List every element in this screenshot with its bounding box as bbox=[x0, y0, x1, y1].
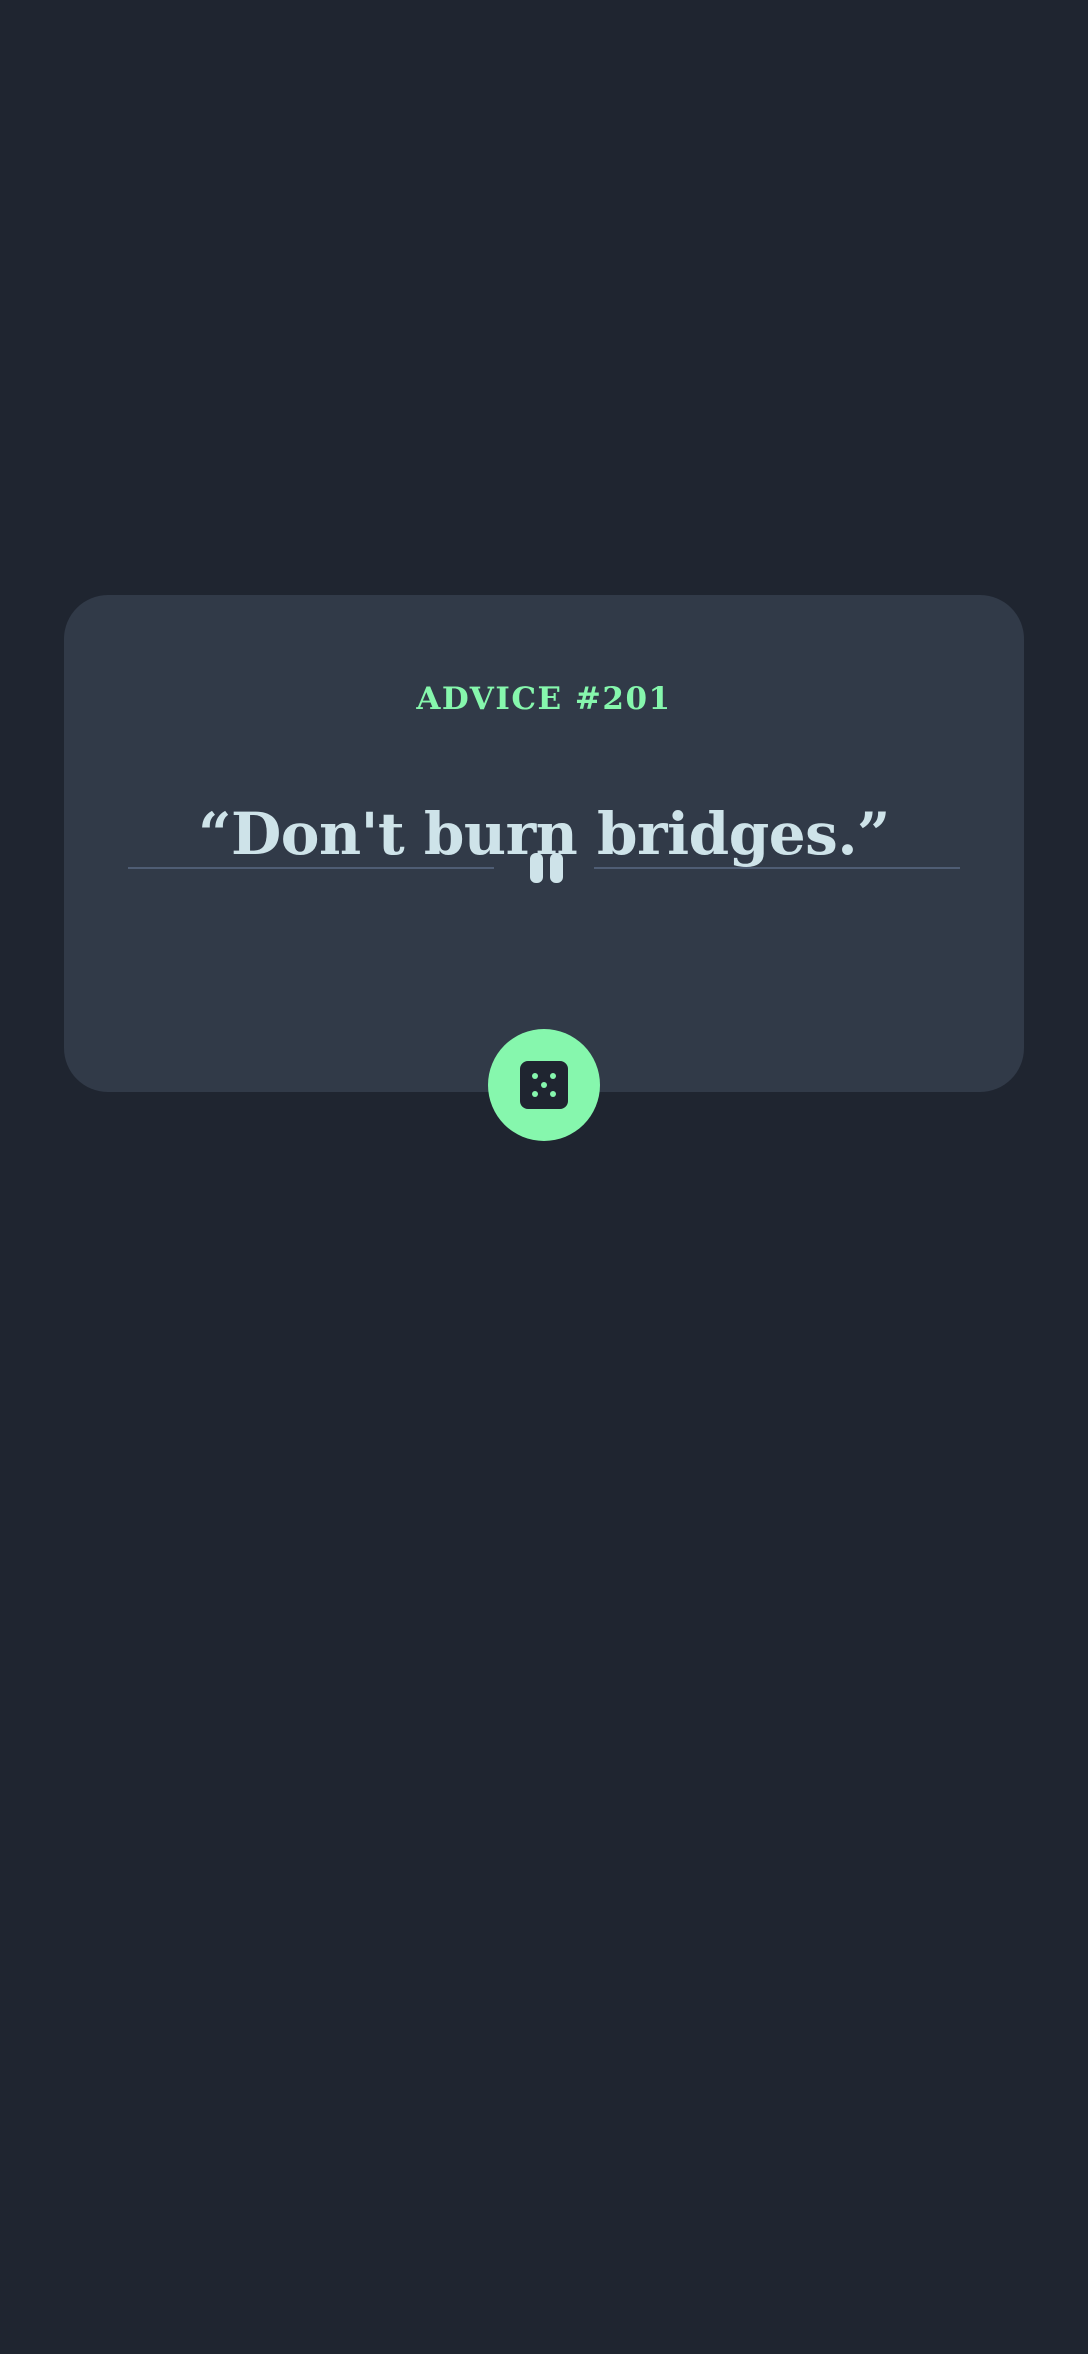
pause-bar-right bbox=[550, 853, 563, 883]
advice-card: ADVICE #201 “Don't burn bridges.” bbox=[64, 595, 1024, 1092]
divider-line-left bbox=[128, 867, 494, 869]
dice-icon bbox=[520, 1061, 568, 1109]
pause-icon bbox=[525, 853, 565, 883]
new-advice-button[interactable] bbox=[488, 1029, 600, 1141]
divider bbox=[128, 853, 960, 883]
pause-bar-left bbox=[530, 853, 543, 883]
divider-line-right bbox=[594, 867, 960, 869]
advice-number: ADVICE #201 bbox=[416, 680, 672, 717]
